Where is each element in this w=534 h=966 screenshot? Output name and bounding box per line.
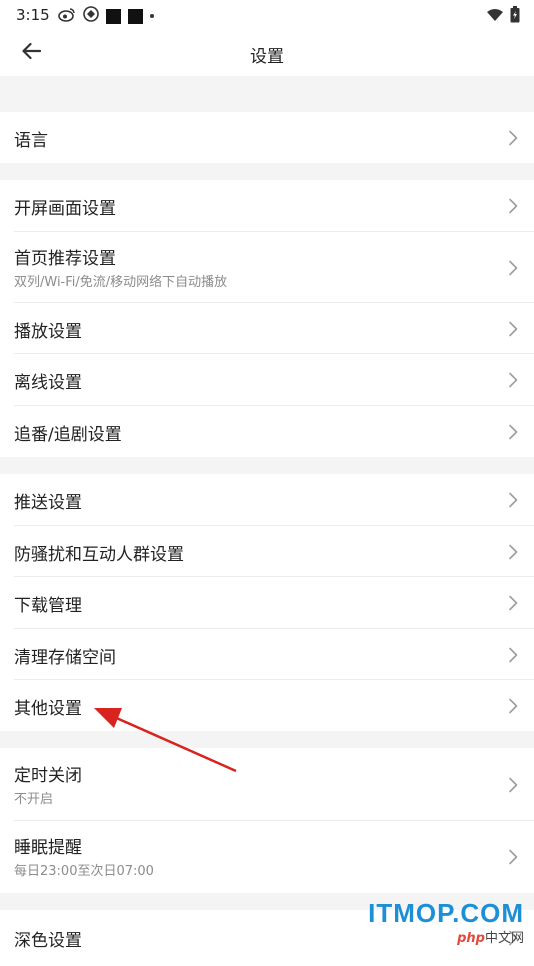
- watermark-sub-text: 中文网: [484, 931, 524, 946]
- settings-row[interactable]: 其他设置: [0, 680, 534, 731]
- settings-row[interactable]: 防骚扰和互动人群设置: [0, 526, 534, 577]
- watermark-main: ITMOP.COM: [368, 898, 524, 928]
- settings-row-label: 开屏画面设置: [14, 199, 116, 219]
- settings-row-label: 定时关闭: [14, 765, 82, 786]
- chevron-right-icon: [508, 698, 518, 714]
- settings-row-subtitle: 双列/Wi-Fi/免流/移动网络下自动播放: [14, 274, 228, 290]
- settings-row[interactable]: 开屏画面设置: [0, 180, 534, 232]
- settings-list: 语言开屏画面设置 首页推荐设置双列/Wi-Fi/免流/移动网络下自动播放播放设置离…: [0, 76, 534, 966]
- status-left-icons: [58, 6, 154, 26]
- chevron-right-icon: [508, 849, 518, 865]
- app-icon: [83, 6, 99, 26]
- title-bar: 设置: [0, 30, 534, 76]
- chevron-right-icon: [508, 595, 518, 611]
- settings-row-label: 首页推荐设置: [14, 248, 116, 269]
- chevron-right-icon: [508, 424, 518, 440]
- settings-row[interactable]: 首页推荐设置双列/Wi-Fi/免流/移动网络下自动播放: [0, 232, 534, 303]
- more-notifications-dot: [150, 14, 154, 18]
- settings-row-subtitle: 不开启: [14, 791, 54, 807]
- section-gap: [0, 76, 534, 112]
- battery-icon: [510, 6, 520, 27]
- settings-row[interactable]: 定时关闭 不开启: [0, 748, 534, 821]
- settings-row-label: 推送设置: [14, 493, 82, 513]
- chevron-right-icon: [508, 777, 518, 793]
- notification-square-icon: [106, 8, 121, 24]
- settings-row[interactable]: 语言: [0, 112, 534, 163]
- page-title: 设置: [250, 47, 284, 67]
- settings-row[interactable]: 下载管理: [0, 577, 534, 629]
- weibo-icon: [58, 7, 76, 26]
- settings-row[interactable]: 推送设置: [0, 474, 534, 526]
- watermark: ITMOP.COM php中文网: [368, 898, 524, 946]
- settings-row-label: 播放设置: [14, 321, 82, 342]
- section-gap: [0, 731, 534, 748]
- settings-row-label: 深色设置: [14, 931, 82, 951]
- settings-row-label: 睡眠提醒: [14, 838, 82, 858]
- settings-row[interactable]: 清理存储空间: [0, 629, 534, 680]
- settings-row-label: 清理存储空间: [14, 647, 116, 668]
- settings-row[interactable]: 播放设置: [0, 303, 534, 354]
- chevron-right-icon: [508, 492, 518, 508]
- settings-row-label: 防骚扰和互动人群设置: [14, 544, 184, 565]
- settings-row-label: 其他设置: [14, 698, 82, 719]
- settings-row-label: 语言: [14, 130, 48, 151]
- settings-row[interactable]: 离线设置: [0, 354, 534, 406]
- watermark-php: php: [457, 931, 485, 946]
- wifi-icon: [486, 7, 504, 26]
- chevron-right-icon: [508, 321, 518, 337]
- chevron-right-icon: [508, 130, 518, 146]
- status-bar: 3:15: [0, 0, 534, 30]
- section-gap: [0, 163, 534, 180]
- chevron-right-icon: [508, 647, 518, 663]
- status-right-icons: [486, 6, 520, 27]
- notification-square-icon: [128, 8, 143, 24]
- chevron-right-icon: [508, 372, 518, 388]
- status-time: 3:15: [16, 6, 50, 24]
- chevron-right-icon: [508, 198, 518, 214]
- settings-row-label: 追番/追剧设置: [14, 424, 122, 445]
- chevron-right-icon: [508, 544, 518, 560]
- section-gap: [0, 457, 534, 474]
- settings-row[interactable]: 睡眠提醒每日23:00至次日07:00: [0, 821, 534, 893]
- settings-row-subtitle: 每日23:00至次日07:00: [14, 864, 154, 879]
- settings-row-label: 离线设置: [14, 373, 82, 393]
- settings-row[interactable]: 追番/追剧设置: [0, 406, 534, 457]
- settings-row-label: 下载管理: [14, 596, 82, 616]
- chevron-right-icon: [508, 260, 518, 276]
- watermark-sub: php中文网: [368, 927, 524, 946]
